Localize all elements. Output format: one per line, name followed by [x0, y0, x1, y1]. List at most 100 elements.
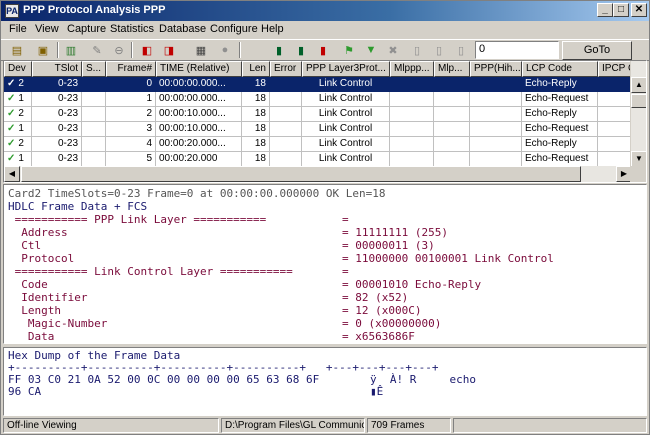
column-header-tslot[interactable]: TSlot	[32, 61, 82, 77]
column-header-s[interactable]: S...	[82, 61, 106, 77]
cell-proto: Link Control	[302, 107, 390, 122]
column-header-lcp-code[interactable]: LCP Code	[522, 61, 598, 77]
decode-field-label: Identifier	[8, 291, 88, 304]
dev-value: 1	[18, 93, 24, 104]
cell-error	[270, 107, 302, 122]
menu-file[interactable]: File	[9, 23, 27, 35]
cell-code: Echo-Request	[522, 92, 598, 107]
cell-ipcp	[598, 152, 632, 167]
decode-field-label: =========== PPP Link Layer ===========	[8, 213, 267, 226]
check-icon: ✓	[7, 78, 16, 89]
sphere-icon[interactable]: ●	[215, 41, 235, 59]
frame-number-input[interactable]: 0	[475, 41, 559, 59]
menu-configure[interactable]: Configure	[210, 23, 258, 35]
dev-value: 1	[18, 123, 24, 134]
column-header-mlppp[interactable]: Mlppp...	[390, 61, 434, 77]
status-empty-panel	[453, 418, 647, 433]
menu-view[interactable]: View	[35, 23, 59, 35]
decode-line: =========== PPP Link Layer =========== =	[8, 213, 644, 226]
decode-line: Card2 TimeSlots=0-23 Frame=0 at 00:00:00…	[8, 187, 644, 200]
decode-field-value: = 00000011 (3)	[342, 239, 435, 252]
decode-field-label: Length	[8, 304, 61, 317]
cell-len: 18	[242, 92, 270, 107]
column-header-len[interactable]: Len	[242, 61, 270, 77]
capture-2-icon[interactable]: ◨	[159, 41, 179, 59]
status-mode: Off-line Viewing	[3, 418, 219, 433]
cell-dev: ✓ 2	[4, 77, 32, 92]
check-icon: ✓	[7, 153, 16, 164]
menu-help[interactable]: Help	[261, 23, 284, 35]
menu-capture[interactable]: Capture	[67, 23, 106, 35]
cell-s	[82, 77, 106, 92]
scroll-up-icon[interactable]: ▲	[631, 77, 646, 93]
stop-icon[interactable]: ⊖	[109, 41, 129, 59]
decode-field-label: Address	[8, 226, 68, 239]
check-icon: ✓	[7, 93, 16, 104]
column-header-frame[interactable]: Frame#	[106, 61, 156, 77]
filter-icon[interactable]: ▥	[61, 41, 81, 59]
column-header-time[interactable]: TIME (Relative)	[156, 61, 242, 77]
menu-statistics[interactable]: Statistics	[110, 23, 154, 35]
cell-tslot: 0-23	[32, 152, 82, 167]
check-icon: ✓	[7, 108, 16, 119]
scroll-down-icon[interactable]: ▼	[631, 151, 646, 167]
cell-time: 00:00:10.000...	[156, 122, 242, 137]
hex-dump-line: FF 03 C0 21 0A 52 00 0C 00 00 00 00 65 6…	[8, 373, 320, 386]
scroll-thumb[interactable]	[631, 94, 646, 108]
cfg-2-icon[interactable]: ▯	[429, 41, 449, 59]
cfg-icon[interactable]: ▯	[407, 41, 427, 59]
table-icon[interactable]: ▦	[191, 41, 211, 59]
cell-ipcp	[598, 137, 632, 152]
decode-line: =========== Link Control Layer =========…	[8, 265, 644, 278]
cell-mlppp	[390, 152, 434, 167]
open-folder-icon[interactable]: ▣	[33, 41, 53, 59]
cell-frame: 2	[106, 107, 156, 122]
cell-frame: 3	[106, 122, 156, 137]
decode-field-label: =========== Link Control Layer =========…	[8, 265, 293, 278]
scroll-thumb[interactable]	[21, 166, 581, 182]
maximize-icon[interactable]: □	[613, 3, 629, 17]
title-bar[interactable]: PA PPP Protocol Analysis PPP _ □ ✕	[1, 1, 649, 21]
close-icon[interactable]: ✕	[631, 3, 647, 17]
hex-dump-pane[interactable]: Hex Dump of the Frame Data +----------+-…	[3, 347, 647, 416]
cell-proto: Link Control	[302, 137, 390, 152]
column-header-mlp[interactable]: Mlp...	[434, 61, 470, 77]
cell-time: 00:00:20.000...	[156, 137, 242, 152]
cell-error	[270, 77, 302, 92]
decode-pane[interactable]: Card2 TimeSlots=0-23 Frame=0 at 00:00:00…	[3, 184, 647, 344]
cell-tslot: 0-23	[32, 92, 82, 107]
column-header-layer3-protocol[interactable]: PPP Layer3Prot...	[302, 61, 390, 77]
cell-time: 00:00:20.000	[156, 152, 242, 167]
pencil-icon[interactable]: ✎	[87, 41, 107, 59]
decode-line: Ctl = 00000011 (3)	[8, 239, 644, 252]
cell-hih	[470, 107, 522, 122]
column-header-ppp-hih[interactable]: PPP(Hih...	[470, 61, 522, 77]
grid-vertical-scrollbar[interactable]: ▲ ▼	[630, 61, 646, 167]
column-header-dev[interactable]: Dev	[4, 61, 32, 77]
scroll-left-icon[interactable]: ◀	[4, 166, 20, 182]
dev-value: 2	[18, 138, 24, 149]
decode-field-value: = 12 (x000C)	[342, 304, 422, 317]
column-header-error[interactable]: Error	[270, 61, 302, 77]
cell-tslot: 0-23	[32, 107, 82, 122]
cell-tslot: 0-23	[32, 122, 82, 137]
cell-dev: ✓ 2	[4, 107, 32, 122]
cell-mlp	[434, 77, 470, 92]
funnel-icon[interactable]: ▼	[361, 41, 381, 59]
frames-1-icon[interactable]: ▮	[269, 41, 289, 59]
minimize-icon[interactable]: _	[597, 3, 613, 17]
grid-horizontal-scrollbar[interactable]: ◀ ▶	[4, 166, 632, 182]
cell-len: 18	[242, 107, 270, 122]
frames-2-icon[interactable]: ▮	[291, 41, 311, 59]
set-filter-icon[interactable]: ⚑	[339, 41, 359, 59]
capture-1-icon[interactable]: ◧	[137, 41, 157, 59]
cell-dev: ✓ 1	[4, 92, 32, 107]
menu-database[interactable]: Database	[159, 23, 206, 35]
decode-field-value: = 11111111 (255)	[342, 226, 448, 239]
open-file-icon[interactable]: ▤	[7, 41, 27, 59]
goto-button[interactable]: GoTo	[562, 41, 632, 60]
frames-3-icon[interactable]: ▮	[313, 41, 333, 59]
cfg-3-icon[interactable]: ▯	[451, 41, 471, 59]
toolbar-separator	[239, 42, 241, 58]
cross-icon[interactable]: ✖	[383, 41, 403, 59]
